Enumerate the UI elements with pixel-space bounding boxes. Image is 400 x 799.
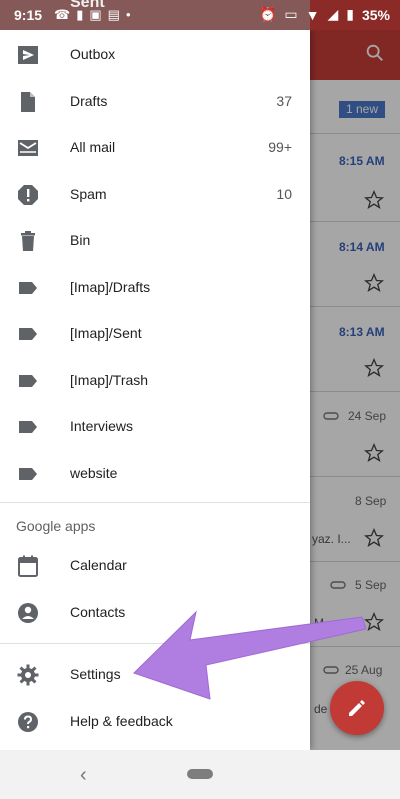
image-icon: ▤	[107, 7, 120, 22]
drawer-item-bin[interactable]: Bin	[0, 217, 310, 263]
bin-icon	[21, 231, 35, 251]
battery-icon: ▮	[346, 6, 354, 22]
drawer-item-label: website	[70, 465, 118, 481]
status-bar: Sent 9:15 ☎ ▮ ▣ ▤ • ⏰ ▭ ▼ ◢ ▮ 35%	[0, 0, 400, 30]
label-icon	[19, 282, 37, 294]
label-icon	[19, 375, 37, 387]
gear-icon	[17, 664, 39, 686]
drawer-item-label: All mail	[70, 139, 116, 155]
screen: 1 new 8:15 AM 8:14 AM 8:13 AM 24 Sep 8 S…	[0, 0, 400, 799]
compose-button[interactable]	[330, 681, 384, 735]
drawer-item-imap-trash[interactable]: [Imap]/Trash	[0, 357, 310, 403]
drawer-item-label: [Imap]/Drafts	[70, 279, 151, 295]
contacts-icon	[18, 603, 38, 623]
drawer-item-label: Outbox	[70, 46, 116, 62]
drawer-item-label: Interviews	[70, 418, 134, 434]
drawer-item-label: Spam	[70, 186, 107, 202]
help-icon	[18, 712, 38, 732]
label-icon	[19, 328, 37, 340]
system-navigation-bar: ‹	[0, 750, 400, 799]
message-icon: ▣	[89, 7, 102, 22]
status-time: 9:15	[14, 7, 43, 23]
drawer-item-count: 10	[276, 186, 292, 202]
label-icon	[19, 468, 37, 480]
drawer-item-label: Bin	[70, 232, 91, 248]
all-mail-icon	[18, 140, 38, 156]
navigation-drawer: Outbox Drafts 37 All mail 99+ Spam 10 Bi…	[0, 30, 310, 750]
drawer-item-outbox[interactable]: Outbox	[0, 31, 310, 77]
drawer-item-all-mail[interactable]: All mail 99+	[0, 124, 310, 170]
cast-icon: ▭	[284, 6, 298, 22]
signal-icon: ◢	[327, 6, 339, 22]
home-pill[interactable]	[187, 769, 213, 779]
drawer-item-interviews[interactable]: Interviews	[0, 403, 310, 449]
alarm-icon: ⏰	[258, 6, 277, 22]
battery-percent: 35%	[361, 6, 390, 23]
drawer-item-label: Drafts	[70, 93, 108, 109]
drawer-item-label: Settings	[70, 666, 121, 682]
spam-icon	[18, 185, 38, 205]
drawer-item-label: Contacts	[70, 604, 126, 620]
drawer-item-label: Calendar	[70, 557, 127, 573]
drawer-item-spam[interactable]: Spam 10	[0, 171, 310, 217]
drawer-divider	[0, 502, 310, 503]
drawer-item-imap-sent[interactable]: [Imap]/Sent	[0, 310, 310, 356]
drawer-item-settings[interactable]: Settings	[0, 651, 310, 697]
drawer-item-help-feedback[interactable]: Help & feedback	[0, 698, 310, 744]
drawer-item-label: [Imap]/Trash	[70, 372, 149, 388]
label-icon	[19, 421, 37, 433]
drawer-item-drafts[interactable]: Drafts 37	[0, 78, 310, 124]
drawer-divider	[0, 643, 310, 644]
drawer-item-label: [Imap]/Sent	[70, 325, 142, 341]
calendar-icon	[18, 555, 38, 577]
drawer-item-contacts[interactable]: Contacts	[0, 589, 310, 635]
drawer-item-label: Help & feedback	[70, 713, 173, 729]
system-icons: ⏰ ▭ ▼ ◢ ▮ 35%	[259, 6, 390, 23]
facebook-icon: ▮	[76, 7, 84, 22]
section-label-google-apps: Google apps	[16, 518, 96, 534]
drawer-item-imap-drafts[interactable]: [Imap]/Drafts	[0, 264, 310, 310]
dot-icon: •	[125, 7, 131, 22]
drawer-item-count: 99+	[268, 139, 292, 155]
pencil-icon	[349, 700, 365, 716]
drawer-item-calendar[interactable]: Calendar	[0, 542, 310, 588]
notification-icons: ☎ ▮ ▣ ▤ •	[54, 7, 131, 23]
missed-call-icon: ☎	[54, 7, 71, 22]
drawer-item-website[interactable]: website	[0, 450, 310, 496]
drawer-item-count: 37	[276, 93, 292, 109]
drawer-scrim[interactable]	[310, 30, 400, 750]
wifi-icon: ▼	[305, 6, 320, 23]
back-icon[interactable]: ‹	[80, 764, 87, 787]
drafts-icon	[21, 92, 35, 112]
outbox-icon	[18, 46, 38, 64]
